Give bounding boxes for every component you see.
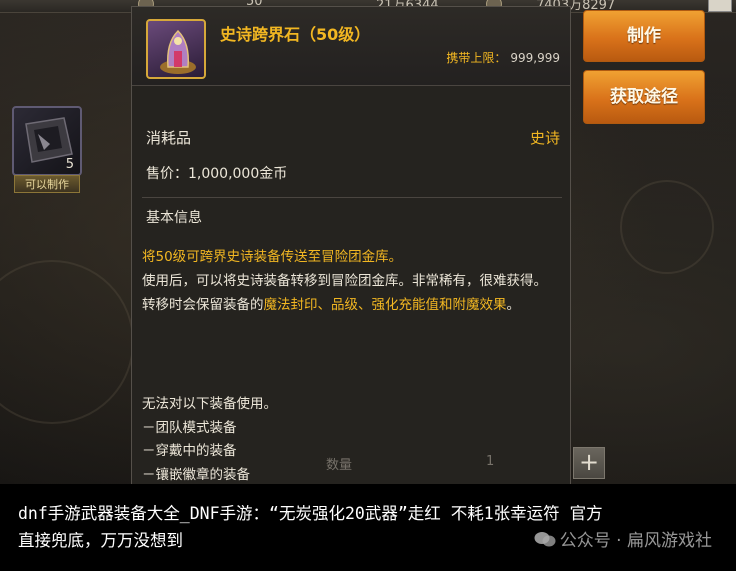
desc-line-3-prefix: 转移时会保留装备的 [142, 297, 264, 313]
quantity-plus-button[interactable]: + [573, 447, 605, 479]
craftable-badge: 可以制作 [14, 175, 80, 193]
craft-item-slot[interactable]: 5 [12, 106, 82, 176]
obtain-route-button[interactable]: 获取途径 [583, 70, 705, 124]
restriction-item: －团队模式装备 [142, 419, 237, 436]
quantity-value: 1 [486, 454, 495, 469]
desc-line-1: 将50级可跨界史诗装备传送至冒险团金库。 [142, 249, 403, 265]
make-button[interactable]: 制作 [583, 10, 705, 62]
desc-line-3-highlight: 魔法封印、品级、强化充能值和附魔效果 [263, 297, 507, 313]
item-tooltip-panel: 史诗跨界石（50级） 携带上限： 999,999 消耗品 史诗 售价：1,000,… [131, 6, 571, 486]
epic-stone-icon [160, 29, 196, 74]
desc-line-3-suffix: 。 [506, 297, 521, 313]
tooltip-header: 史诗跨界石（50级） 携带上限： 999,999 [132, 7, 570, 86]
carry-limit: 携带上限： 999,999 [446, 49, 560, 66]
caption-text: dnf手游武器装备大全_DNF手游：“无炭强化20武器”走红 不耗1张幸运符 官… [18, 504, 603, 550]
item-name: 史诗跨界石（50级） [220, 25, 371, 44]
watermark: 公众号 · 扁风游戏社 [534, 526, 712, 551]
slot-count: 5 [65, 157, 74, 172]
item-icon-frame [146, 19, 206, 79]
watermark-text: 公众号 · 扁风游戏社 [559, 531, 712, 551]
background-ring [0, 260, 134, 424]
item-rarity: 史诗 [529, 129, 560, 147]
carry-limit-value: 999,999 [510, 51, 560, 65]
item-type: 消耗品 [146, 129, 192, 147]
desc-line-2: 使用后，可以将史诗装备转移到冒险团金库。非常稀有，很难获得。 [142, 273, 547, 289]
caption-bar: dnf手游武器装备大全_DNF手游：“无炭强化20武器”走红 不耗1张幸运符 官… [0, 484, 736, 571]
section-title: 基本信息 [146, 210, 202, 226]
carry-limit-label: 携带上限： [446, 51, 507, 65]
item-price: 售价：1,000,000金币 [146, 166, 288, 182]
restriction-title: 无法对以下装备使用。 [142, 396, 277, 412]
item-description: 将50级可跨界史诗装备传送至冒险团金库。 使用后，可以将史诗装备转移到冒险团金库… [142, 245, 562, 317]
desc-line-3: 转移时会保留装备的魔法封印、品级、强化充能值和附魔效果。 [142, 293, 562, 317]
wechat-icon [534, 532, 556, 547]
background-ring [620, 180, 714, 274]
mail-icon[interactable] [708, 0, 732, 12]
quantity-label: 数量 [326, 458, 353, 473]
divider [142, 197, 562, 198]
